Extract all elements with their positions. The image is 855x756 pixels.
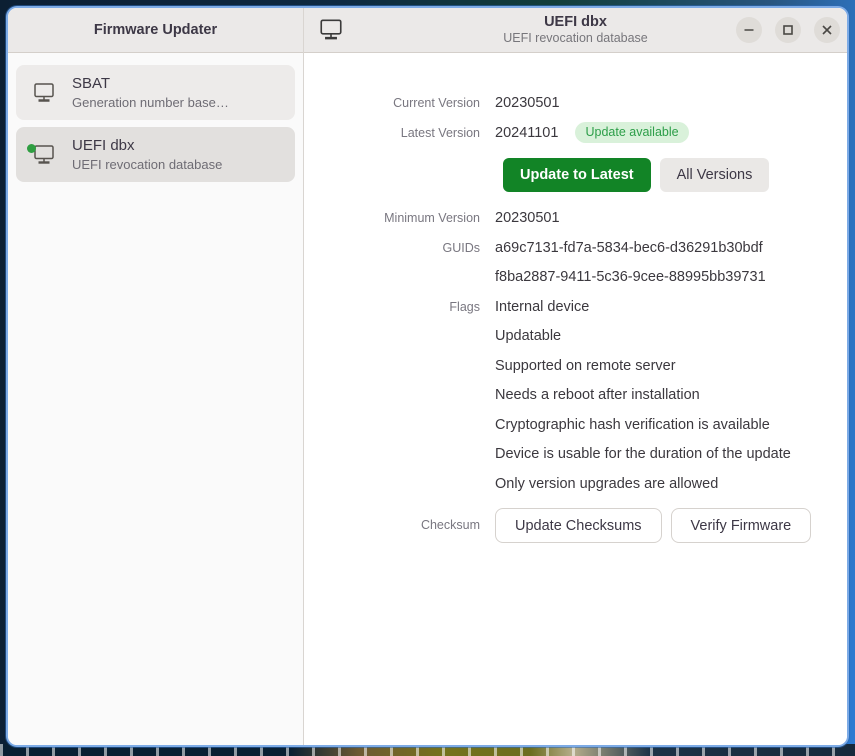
latest-version-label: Latest Version <box>312 119 480 149</box>
monitor-icon <box>31 82 57 104</box>
flag-value: Device is usable for the duration of the… <box>495 440 791 470</box>
device-details: Current Version 20230501 Latest Version … <box>304 53 847 543</box>
guid-value: a69c7131-fd7a-5834-bec6-d36291b30bdf <box>495 234 766 264</box>
monitor-icon <box>31 144 57 166</box>
verify-firmware-button[interactable]: Verify Firmware <box>671 508 812 543</box>
device-name: UEFI dbx <box>72 135 222 156</box>
current-version-value: 20230501 <box>495 89 560 119</box>
checksum-label: Checksum <box>312 508 480 543</box>
sidebar-item-uefi-dbx[interactable]: UEFI dbx UEFI revocation database <box>16 127 295 182</box>
all-versions-button[interactable]: All Versions <box>660 158 770 192</box>
flags-label: Flags <box>312 293 480 500</box>
firmware-updater-window: Firmware Updater SBAT Generation number … <box>8 8 847 745</box>
update-actions-row: Update to Latest All Versions <box>503 158 831 192</box>
minimum-version-label: Minimum Version <box>312 204 480 234</box>
minimize-button[interactable] <box>736 17 762 43</box>
close-button[interactable] <box>814 17 840 43</box>
update-available-dot <box>27 144 36 153</box>
flag-value: Supported on remote server <box>495 352 791 382</box>
minimum-version-row: Minimum Version 20230501 <box>312 204 831 234</box>
flag-value: Internal device <box>495 293 791 323</box>
update-to-latest-button[interactable]: Update to Latest <box>503 158 651 192</box>
guids-row: GUIDs a69c7131-fd7a-5834-bec6-d36291b30b… <box>312 234 831 293</box>
device-name: SBAT <box>72 73 229 94</box>
content-header: UEFI dbx UEFI revocation database <box>304 8 847 53</box>
update-checksums-button[interactable]: Update Checksums <box>495 508 662 543</box>
sidebar: Firmware Updater SBAT Generation number … <box>8 8 304 745</box>
flag-value: Needs a reboot after installation <box>495 381 791 411</box>
flag-value: Updatable <box>495 322 791 352</box>
app-title: Firmware Updater <box>94 22 217 38</box>
maximize-button[interactable] <box>775 17 801 43</box>
checksum-row: Checksum Update Checksums Verify Firmwar… <box>312 499 831 543</box>
window-controls <box>736 17 840 43</box>
guids-label: GUIDs <box>312 234 480 293</box>
page-subtitle: UEFI revocation database <box>503 31 648 46</box>
latest-version-value: 20241101 <box>495 125 558 141</box>
device-detail-pane: UEFI dbx UEFI revocation database <box>304 8 847 745</box>
current-version-row: Current Version 20230501 <box>312 89 831 119</box>
desktop-background: Firmware Updater SBAT Generation number … <box>0 0 855 756</box>
monitor-icon <box>318 18 344 42</box>
page-title: UEFI dbx <box>503 14 648 31</box>
flag-value: Only version upgrades are allowed <box>495 470 791 500</box>
sidebar-header: Firmware Updater <box>8 8 303 53</box>
flags-row: Flags Internal device Updatable Supporte… <box>312 293 831 500</box>
minimum-version-value: 20230501 <box>495 204 560 234</box>
device-list: SBAT Generation number base… <box>8 53 303 194</box>
flag-value: Cryptographic hash verification is avail… <box>495 411 791 441</box>
update-available-badge: Update available <box>575 122 688 143</box>
latest-version-row: Latest Version 20241101 Update available <box>312 119 831 149</box>
guid-value: f8ba2887-9411-5c36-9cee-88995bb39731 <box>495 263 766 293</box>
desktop-wallpaper-strip <box>0 744 855 756</box>
current-version-label: Current Version <box>312 89 480 119</box>
device-description: Generation number base… <box>72 94 229 112</box>
device-description: UEFI revocation database <box>72 156 222 174</box>
sidebar-item-sbat[interactable]: SBAT Generation number base… <box>16 65 295 120</box>
